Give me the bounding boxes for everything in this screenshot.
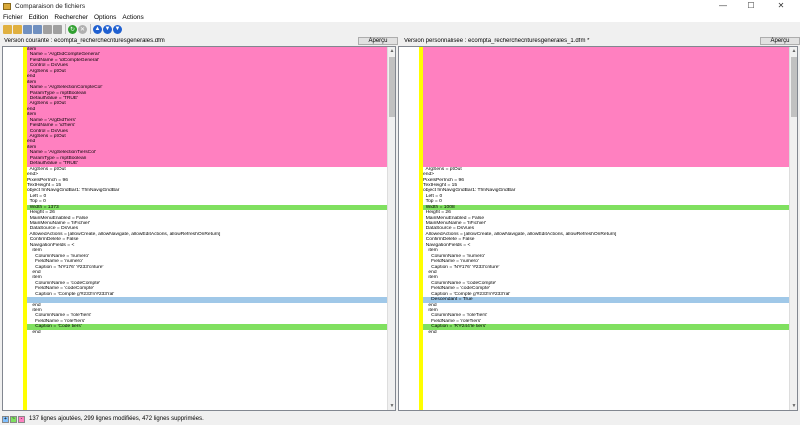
toolbar-separator <box>90 24 91 34</box>
right-code-lines: ArgSens = ptOut end> PixelsPerInch = 96 Tex… <box>423 47 789 410</box>
scroll-up-icon[interactable]: ▲ <box>790 47 797 55</box>
close-button[interactable]: ✕ <box>770 0 792 12</box>
scroll-up-icon[interactable]: ▲ <box>388 47 395 55</box>
open-icon[interactable] <box>3 24 12 34</box>
menu-bar: Fichier Edition Rechercher Options Actio… <box>0 12 800 22</box>
save-as-icon[interactable] <box>33 24 42 34</box>
right-apercu-button[interactable]: Aperçu <box>760 37 800 45</box>
legend-deleted-icon: - <box>18 415 25 423</box>
status-bar: + ~ - 137 lignes ajoutées, 299 lignes mo… <box>0 413 800 425</box>
code-line: end <box>423 329 437 335</box>
toolbar: ↻ ✕ ▲ ▼ ▼ <box>0 22 800 36</box>
menu-fichier[interactable]: Fichier <box>3 14 23 21</box>
menu-rechercher[interactable]: Rechercher <box>54 14 88 21</box>
menu-options[interactable]: Options <box>94 14 116 21</box>
menu-actions[interactable]: Actions <box>122 14 143 21</box>
next-diff-icon[interactable]: ▼ <box>103 24 112 34</box>
left-gutter <box>3 47 21 410</box>
scroll-thumb[interactable] <box>389 57 395 117</box>
left-code-pane[interactable]: item Name = 'ArgDidCompteGeneral' FieldN… <box>2 46 396 411</box>
refresh-icon[interactable]: ↻ <box>68 24 77 34</box>
left-pane-header: Version courante : ecompta_recherchecrit… <box>0 37 398 45</box>
copy-icon[interactable] <box>53 24 62 34</box>
scroll-down-icon[interactable]: ▼ <box>790 402 797 410</box>
swap-icon[interactable] <box>43 24 52 34</box>
title-bar: Comparaison de fichiers — ☐ ✕ <box>0 0 800 12</box>
code-line: end <box>27 329 41 335</box>
legend-added-icon: + <box>2 415 9 423</box>
maximize-button[interactable]: ☐ <box>740 0 762 12</box>
prev-diff-icon[interactable]: ▲ <box>93 24 102 34</box>
left-apercu-button[interactable]: Aperçu <box>358 37 398 45</box>
minimize-button[interactable]: — <box>712 0 734 12</box>
left-vertical-scrollbar[interactable]: ▲ ▼ <box>387 47 395 410</box>
right-vertical-scrollbar[interactable]: ▲ ▼ <box>789 47 797 410</box>
right-code-pane[interactable]: ArgSens = ptOut end> PixelsPerInch = 96 Tex… <box>398 46 798 411</box>
scroll-thumb[interactable] <box>791 57 797 117</box>
app-icon <box>3 2 11 10</box>
toolbar-separator <box>65 24 66 34</box>
last-diff-icon[interactable]: ▼ <box>113 24 122 34</box>
left-pane-label: Version courante : ecompta_recherchecrit… <box>4 38 165 44</box>
legend-modified-icon: ~ <box>10 415 17 423</box>
status-text: 137 lignes ajoutées, 299 lignes modifiée… <box>29 416 204 422</box>
menu-edition[interactable]: Edition <box>29 14 49 21</box>
file-compare-window: Comparaison de fichiers — ☐ ✕ Fichier Ed… <box>0 0 800 425</box>
left-code-lines: item Name = 'ArgDidCompteGeneral' FieldN… <box>27 47 387 410</box>
window-title: Comparaison de fichiers <box>15 2 86 10</box>
right-pane-label: Version personnalisée : ecompta_recherch… <box>404 38 590 44</box>
cancel-icon[interactable]: ✕ <box>78 24 87 34</box>
save-icon[interactable] <box>23 24 32 34</box>
right-pane-header: Version personnalisée : ecompta_recherch… <box>400 37 800 45</box>
scroll-down-icon[interactable]: ▼ <box>388 402 395 410</box>
open-folder-icon[interactable] <box>13 24 22 34</box>
right-gutter <box>399 47 417 410</box>
